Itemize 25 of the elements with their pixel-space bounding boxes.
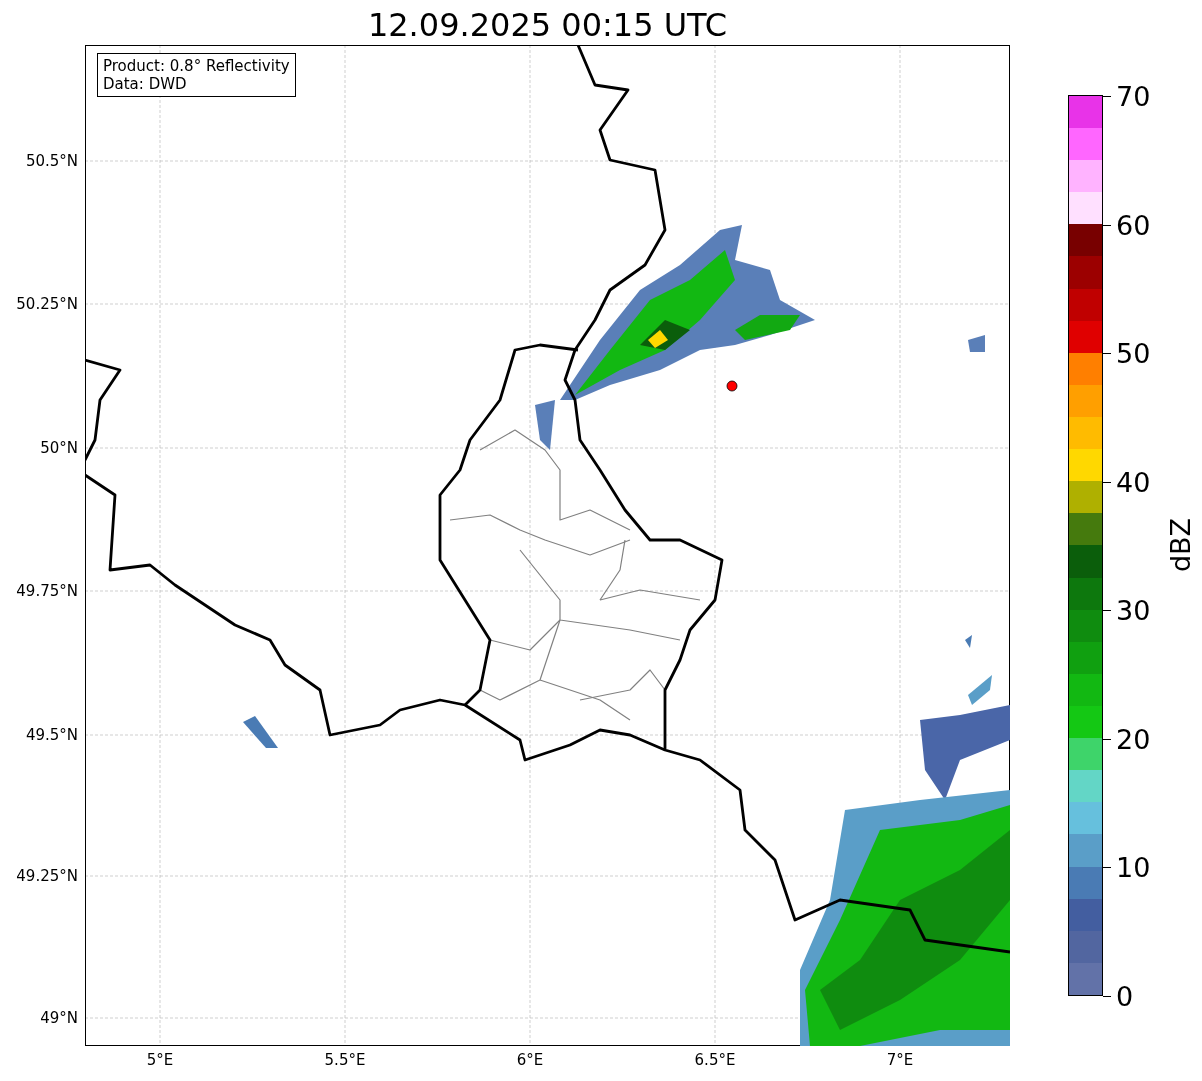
axis-tick-label: 49.25°N (16, 867, 78, 885)
axis-tick-label: 7°E (886, 1051, 914, 1069)
colorbar-tick-label: 70 (1116, 81, 1151, 112)
axis-tick-label: 49°N (40, 1009, 78, 1027)
colorbar-tick-label: 50 (1116, 338, 1151, 370)
axis-tick-label: 50.25°N (16, 295, 78, 313)
colorbar-tick-label: 40 (1116, 466, 1151, 498)
axis-tick-label: 49.5°N (25, 726, 78, 744)
axis-tick-label: 50°N (40, 439, 78, 457)
axis-tick-label: 6.5°E (694, 1051, 736, 1069)
chart-title: 12.09.2025 00:15 UTC (367, 5, 728, 45)
colorbar-tick-label: 30 (1116, 595, 1151, 627)
colorbar-label: dBZ (1164, 517, 1196, 573)
axis-tick-label: 5.5°E (324, 1051, 366, 1069)
legend-text: Data: DWD (103, 75, 188, 93)
axis-tick-label: 5°E (146, 1051, 174, 1069)
colorbar-tick-label: 10 (1116, 852, 1151, 884)
axis-tick-label: 50.5°N (25, 152, 78, 170)
colorbar-tick-label: 20 (1116, 723, 1151, 755)
axis-tick-label: 49.75°N (16, 582, 78, 600)
colorbar-tick-label: 60 (1116, 209, 1151, 241)
location-marker (726, 380, 738, 392)
axis-tick-label: 6°E (516, 1051, 544, 1069)
colorbar-tick-label: 0 (1116, 981, 1134, 1012)
legend-text: Product: 0.8° Reflectivity (103, 57, 290, 75)
